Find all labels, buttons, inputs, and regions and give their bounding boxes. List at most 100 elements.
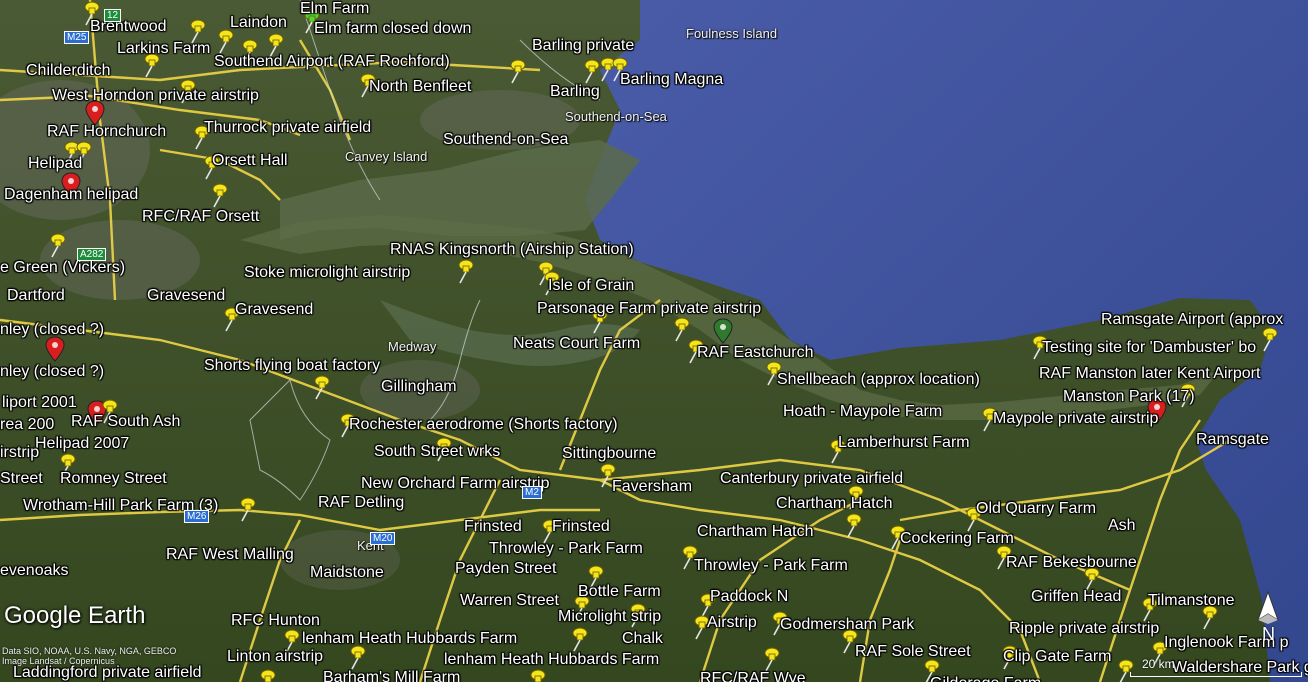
placemark-label[interactable]: evenoaks <box>0 562 69 580</box>
placemark-label[interactable]: RAF West Malling <box>166 546 294 564</box>
placemark-label[interactable]: rea 200 <box>0 416 54 434</box>
placemark-label[interactable]: Bottle Farm <box>578 583 661 601</box>
placemark-label[interactable]: Larkins Farm <box>117 40 210 58</box>
placemark-label[interactable]: North Benfleet <box>369 78 471 96</box>
placemark-label[interactable]: RAF Manston later Kent Airport <box>1039 365 1260 383</box>
pushpin-icon[interactable] <box>568 626 590 652</box>
placemark-label[interactable]: Parsonage Farm private airstrip <box>537 300 761 318</box>
placemark-label[interactable]: Gravesend <box>235 301 313 319</box>
placemark-label[interactable]: Helipad 2007 <box>35 435 129 453</box>
pushpin-icon[interactable] <box>310 374 332 400</box>
placemark-label[interactable]: RAF South Ash <box>71 413 180 431</box>
placemark-label[interactable]: Tilmanstone <box>1148 592 1235 610</box>
placemark-label[interactable]: Throwley - Park Farm <box>694 557 848 575</box>
placemark-label[interactable]: Old Quarry Farm <box>976 500 1096 518</box>
placemark-label[interactable]: Street <box>0 470 43 488</box>
placemark-label[interactable]: Throwley - Park Farm <box>489 540 643 558</box>
placemark-label[interactable]: Chartham Hatch <box>697 523 814 541</box>
placemark-label[interactable]: Elm Farm <box>300 0 369 18</box>
placemark-label[interactable]: Stoke microlight airstrip <box>244 264 410 282</box>
compass-icon[interactable]: N <box>1254 590 1282 650</box>
placemark-label[interactable]: Southend-on-Sea <box>443 131 568 149</box>
placemark-label[interactable]: RAF Detling <box>318 494 404 512</box>
placemark-label[interactable]: RFC/RAF Orsett <box>142 208 259 226</box>
placemark-label[interactable]: lenham Heath Hubbards Farm <box>444 651 659 669</box>
pushpin-icon[interactable] <box>236 496 258 522</box>
placemark-label[interactable]: Barling Magna <box>620 71 723 89</box>
placemark-label[interactable]: RAF Sole Street <box>855 643 971 661</box>
placemark-label[interactable]: RAF Hornchurch <box>47 123 166 141</box>
placemark-label[interactable]: Dartford <box>7 287 65 305</box>
placemark-label[interactable]: nley (closed ?) <box>0 321 104 339</box>
placemark-label[interactable]: RFC/RAF Wye <box>700 670 806 682</box>
pushpin-icon[interactable] <box>526 668 548 682</box>
placemark-label[interactable]: Testing site for 'Dambuster' bo <box>1042 339 1256 357</box>
placemark-label[interactable]: Lamberhurst Farm <box>838 434 970 452</box>
placemark-label[interactable]: Griffen Head <box>1031 588 1121 606</box>
pushpin-icon[interactable] <box>454 258 476 284</box>
pushpin-icon[interactable] <box>46 232 68 258</box>
placemark-label[interactable]: Manston Park (17) <box>1063 388 1195 406</box>
placemark-label[interactable]: Shellbeach (approx location) <box>777 371 980 389</box>
placemark-label[interactable]: Childerditch <box>26 62 110 80</box>
placemark-label[interactable]: Ramsgate <box>1196 431 1269 449</box>
placemark-label[interactable]: Payden Street <box>455 560 556 578</box>
map-marker-icon[interactable] <box>44 336 66 362</box>
placemark-label[interactable]: Rochester aerodrome (Shorts factory) <box>349 416 618 434</box>
pushpin-icon[interactable] <box>208 182 230 208</box>
placemark-label[interactable]: Sittingbourne <box>562 445 656 463</box>
placemark-label[interactable]: Romney Street <box>60 470 167 488</box>
placemark-label[interactable]: Ripple private airstrip <box>1009 620 1159 638</box>
placemark-label[interactable]: Laddingford private airfield <box>13 664 202 682</box>
placemark-label[interactable]: Airstrip <box>707 614 757 632</box>
placemark-label[interactable]: Faversham <box>612 478 692 496</box>
placemark-label[interactable]: Maypole private airstrip <box>993 410 1158 428</box>
placemark-label[interactable]: Linton airstrip <box>227 648 323 666</box>
placemark-label[interactable]: Cockering Farm <box>900 530 1014 548</box>
placemark-label[interactable]: Maidstone <box>310 564 384 582</box>
placemark-label[interactable]: RFC Hunton <box>231 612 320 630</box>
placemark-label[interactable]: Gillingham <box>381 378 457 396</box>
placemark-label[interactable]: Ramsgate Airport (approx <box>1101 311 1283 329</box>
placemark-label[interactable]: e Green (Vickers) <box>0 259 125 277</box>
placemark-label[interactable]: RAF Bekesbourne <box>1006 554 1137 572</box>
pushpin-icon[interactable] <box>760 646 782 672</box>
placemark-label[interactable]: Isle of Grain <box>548 277 634 295</box>
placemark-label[interactable]: Barham's Mill Farm <box>323 669 460 682</box>
placemark-label[interactable]: liport 2001 <box>2 394 77 412</box>
placemark-label[interactable]: Helipad <box>28 155 82 173</box>
placemark-label[interactable]: Frinsted <box>552 518 610 536</box>
placemark-label[interactable]: RNAS Kingsnorth (Airship Station) <box>390 241 634 259</box>
placemark-label[interactable]: Gilderage Farm <box>930 675 1041 682</box>
map-view[interactable]: Brentwood Laindon Elm Farm Elm farm closed … <box>0 0 1308 682</box>
placemark-label[interactable]: Chartham Hatch <box>776 495 893 513</box>
map-marker-icon[interactable] <box>712 318 734 344</box>
placemark-label[interactable]: Thurrock private airfield <box>204 119 371 137</box>
placemark-label[interactable]: lenham Heath Hubbards Farm <box>302 630 517 648</box>
placemark-label[interactable]: Hoath - Maypole Farm <box>783 403 942 421</box>
placemark-label[interactable]: Ash <box>1108 517 1136 535</box>
placemark-label[interactable]: Southend Airport (RAF Rochford) <box>214 53 450 71</box>
placemark-label[interactable]: irstrip <box>0 444 39 462</box>
placemark-label[interactable]: Neats Court Farm <box>513 335 640 353</box>
pushpin-icon[interactable] <box>506 58 528 84</box>
placemark-label[interactable]: West Horndon private airstrip <box>52 87 259 105</box>
placemark-label[interactable]: nley (closed ?) <box>0 363 104 381</box>
placemark-label[interactable]: Brentwood <box>90 18 167 36</box>
placemark-label[interactable]: Gravesend <box>147 287 225 305</box>
placemark-label[interactable]: Clip Gate Farm <box>1003 648 1111 666</box>
pushpin-icon[interactable] <box>256 668 278 682</box>
placemark-label[interactable]: Barling private <box>532 37 634 55</box>
placemark-label[interactable]: Chalk <box>622 630 663 648</box>
pushpin-icon[interactable] <box>1258 326 1280 352</box>
placemark-label[interactable]: Godmersham Park <box>780 616 914 634</box>
placemark-label[interactable]: Elm farm closed down <box>314 20 471 38</box>
placemark-label[interactable]: Microlight strip <box>558 608 661 626</box>
placemark-label[interactable]: Warren Street <box>460 592 559 610</box>
pushpin-icon[interactable] <box>842 512 864 538</box>
placemark-label[interactable]: South Street wrks <box>374 443 500 461</box>
placemark-label[interactable]: RAF Eastchurch <box>697 344 813 362</box>
placemark-label[interactable]: Barling <box>550 83 600 101</box>
placemark-label[interactable]: Laindon <box>230 14 287 32</box>
placemark-label[interactable]: Dagenham helipad <box>4 186 138 204</box>
